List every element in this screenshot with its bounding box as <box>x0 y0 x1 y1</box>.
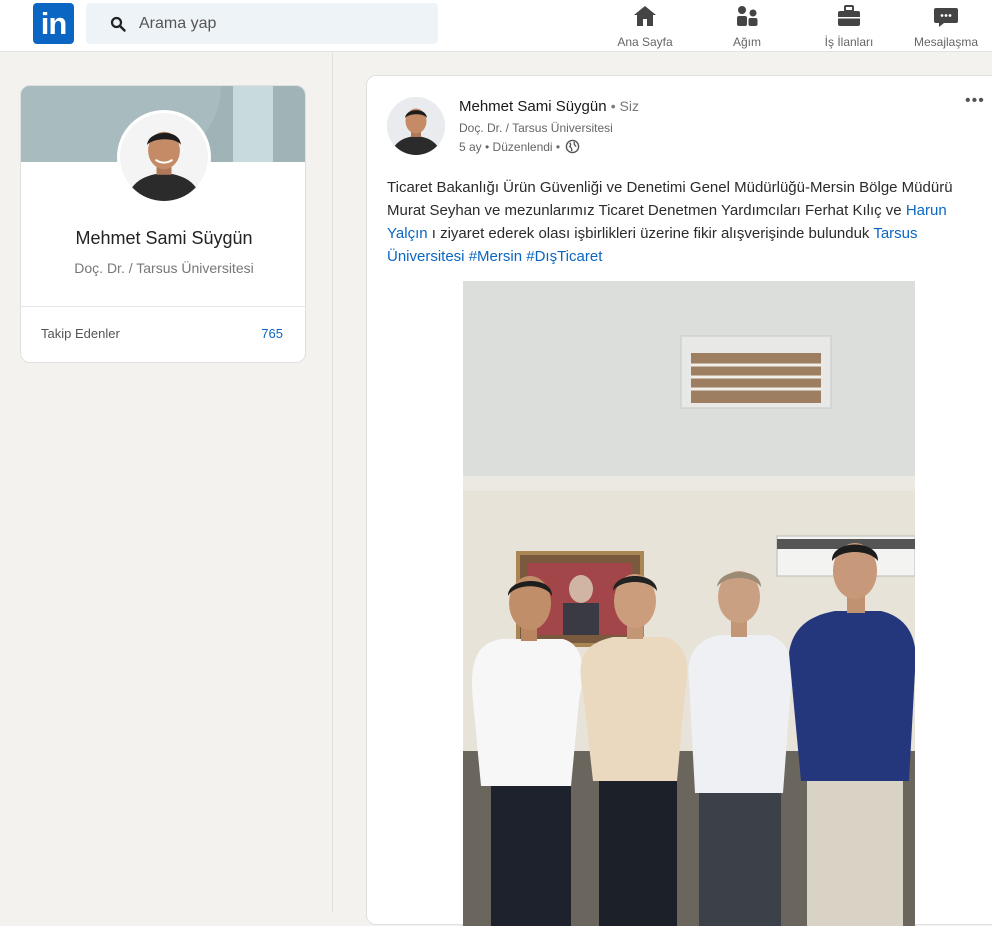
globe-icon <box>565 139 580 154</box>
linkedin-logo-icon[interactable]: in <box>33 3 74 44</box>
nav-network-label: Ağım <box>732 35 761 49</box>
search-icon <box>110 16 126 32</box>
post-body: Ticaret Bakanlığı Ürün Güvenliği ve Dene… <box>387 176 987 268</box>
nav-home[interactable]: Ana Sayfa <box>612 0 678 52</box>
chat-icon <box>934 8 958 27</box>
nav-messaging[interactable]: Mesajlaşma <box>900 0 992 52</box>
home-icon <box>634 6 656 26</box>
nav-jobs-label: İş İlanları <box>824 35 874 49</box>
post-text-part2: ı ziyaret ederek olası işbirlikleri üzer… <box>427 225 874 242</box>
post-author-name-text[interactable]: Mehmet Sami Süygün <box>459 98 607 115</box>
search-placeholder: Arama yap <box>139 14 217 32</box>
post-image[interactable] <box>463 281 915 926</box>
post-hashtag-mersin[interactable]: #Mersin <box>469 248 522 265</box>
profile-name[interactable]: Mehmet Sami Süygün <box>21 228 305 249</box>
network-icon <box>737 6 758 26</box>
nav-messaging-label: Mesajlaşma <box>913 35 979 49</box>
nav-home-label: Ana Sayfa <box>617 35 673 49</box>
post-author-name[interactable]: Mehmet Sami Süygün • Siz <box>459 98 639 115</box>
profile-avatar[interactable] <box>117 110 211 204</box>
post-author-avatar[interactable] <box>387 97 445 155</box>
briefcase-icon <box>838 5 860 26</box>
post-text-part1: Ticaret Bakanlığı Ürün Güvenliği ve Dene… <box>387 179 953 219</box>
post-more-options-icon[interactable]: ••• <box>965 92 985 110</box>
search-input[interactable]: Arama yap <box>86 3 438 44</box>
followers-label[interactable]: Takip Edenler <box>41 326 120 341</box>
post-author-headline: Doç. Dr. / Tarsus Üniversitesi <box>459 121 613 135</box>
post-timestamp: 5 ay • Düzenlendi • <box>459 139 561 154</box>
post-meta: 5 ay • Düzenlendi • <box>459 139 580 154</box>
nav-jobs[interactable]: İş İlanları <box>814 0 884 52</box>
followers-count[interactable]: 765 <box>261 326 283 341</box>
divider <box>21 306 305 307</box>
feed-post: Mehmet Sami Süygün • Siz Doç. Dr. / Tars… <box>366 75 992 926</box>
post-hashtag-trade[interactable]: #DışTicaret <box>526 248 602 265</box>
profile-headline: Doç. Dr. / Tarsus Üniversitesi <box>74 260 254 276</box>
left-sidebar: Mehmet Sami Süygün Doç. Dr. / Tarsus Üni… <box>0 53 333 912</box>
nav-network[interactable]: Ağım <box>722 0 772 52</box>
post-author-relation: • Siz <box>610 98 639 114</box>
top-navigation-bar: in Arama yap Ana Sayfa Ağım İş İlanları … <box>0 0 992 52</box>
profile-card: Mehmet Sami Süygün Doç. Dr. / Tarsus Üni… <box>20 85 306 363</box>
